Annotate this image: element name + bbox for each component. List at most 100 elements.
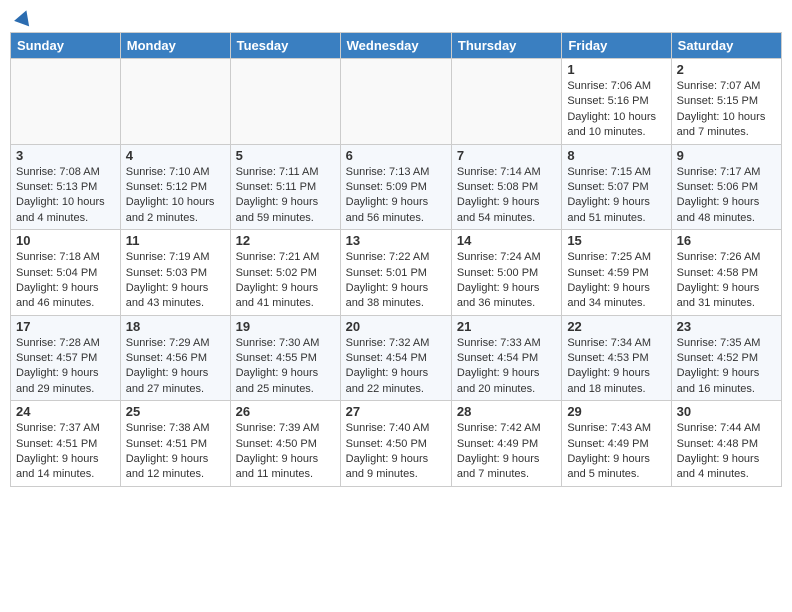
day-number: 30 [677, 404, 776, 419]
calendar-cell: 18 Sunrise: 7:29 AM Sunset: 4:56 PM Dayli… [120, 315, 230, 401]
calendar-week-5: 24 Sunrise: 7:37 AM Sunset: 4:51 PM Dayli… [11, 401, 782, 487]
calendar-week-2: 3 Sunrise: 7:08 AM Sunset: 5:13 PM Daylig… [11, 144, 782, 230]
calendar-cell: 16 Sunrise: 7:26 AM Sunset: 4:58 PM Dayli… [671, 230, 781, 316]
day-number: 5 [236, 148, 335, 163]
day-info: Sunrise: 7:13 AM Sunset: 5:09 PM Dayligh… [346, 165, 446, 227]
weekday-header-saturday: Saturday [671, 33, 781, 59]
weekday-header-thursday: Thursday [451, 33, 561, 59]
day-number: 9 [677, 148, 776, 163]
day-number: 12 [236, 233, 335, 248]
day-info: Sunrise: 7:42 AM Sunset: 4:49 PM Dayligh… [457, 421, 556, 483]
day-number: 18 [126, 319, 225, 334]
day-number: 16 [677, 233, 776, 248]
calendar-cell: 3 Sunrise: 7:08 AM Sunset: 5:13 PM Daylig… [11, 144, 121, 230]
day-number: 29 [567, 404, 665, 419]
calendar-cell: 2Sunrise: 7:07 AM Sunset: 5:15 PM Daylig… [671, 59, 781, 145]
calendar-cell: 7 Sunrise: 7:14 AM Sunset: 5:08 PM Daylig… [451, 144, 561, 230]
day-number: 19 [236, 319, 335, 334]
day-number: 23 [677, 319, 776, 334]
day-number: 21 [457, 319, 556, 334]
day-number: 11 [126, 233, 225, 248]
day-info: Sunrise: 7:38 AM Sunset: 4:51 PM Dayligh… [126, 421, 225, 483]
day-info: Sunrise: 7:14 AM Sunset: 5:08 PM Dayligh… [457, 165, 556, 227]
calendar-cell: 14 Sunrise: 7:24 AM Sunset: 5:00 PM Dayli… [451, 230, 561, 316]
day-info: Sunrise: 7:39 AM Sunset: 4:50 PM Dayligh… [236, 421, 335, 483]
calendar-cell: 11 Sunrise: 7:19 AM Sunset: 5:03 PM Dayli… [120, 230, 230, 316]
day-number: 3 [16, 148, 115, 163]
day-info: Sunrise: 7:32 AM Sunset: 4:54 PM Dayligh… [346, 336, 446, 398]
day-info: Sunrise: 7:08 AM Sunset: 5:13 PM Dayligh… [16, 165, 115, 227]
day-number: 26 [236, 404, 335, 419]
day-info: Sunrise: 7:25 AM Sunset: 4:59 PM Dayligh… [567, 250, 665, 312]
weekday-header-row: SundayMondayTuesdayWednesdayThursdayFrid… [11, 33, 782, 59]
day-number: 17 [16, 319, 115, 334]
page-header [10, 10, 782, 24]
day-info: Sunrise: 7:40 AM Sunset: 4:50 PM Dayligh… [346, 421, 446, 483]
calendar-cell: 1Sunrise: 7:06 AM Sunset: 5:16 PM Daylig… [562, 59, 671, 145]
day-number: 27 [346, 404, 446, 419]
weekday-header-wednesday: Wednesday [340, 33, 451, 59]
calendar-cell: 25 Sunrise: 7:38 AM Sunset: 4:51 PM Dayli… [120, 401, 230, 487]
day-info: Sunrise: 7:21 AM Sunset: 5:02 PM Dayligh… [236, 250, 335, 312]
day-number: 10 [16, 233, 115, 248]
day-number: 20 [346, 319, 446, 334]
calendar-cell: 24 Sunrise: 7:37 AM Sunset: 4:51 PM Dayli… [11, 401, 121, 487]
weekday-header-monday: Monday [120, 33, 230, 59]
calendar-cell: 9Sunrise: 7:17 AM Sunset: 5:06 PM Daylig… [671, 144, 781, 230]
calendar-cell [120, 59, 230, 145]
day-info: Sunrise: 7:28 AM Sunset: 4:57 PM Dayligh… [16, 336, 115, 398]
calendar-cell [230, 59, 340, 145]
calendar-cell: 6Sunrise: 7:13 AM Sunset: 5:09 PM Daylig… [340, 144, 451, 230]
day-info: Sunrise: 7:34 AM Sunset: 4:53 PM Dayligh… [567, 336, 665, 398]
day-info: Sunrise: 7:35 AM Sunset: 4:52 PM Dayligh… [677, 336, 776, 398]
calendar-week-1: 1Sunrise: 7:06 AM Sunset: 5:16 PM Daylig… [11, 59, 782, 145]
day-info: Sunrise: 7:37 AM Sunset: 4:51 PM Dayligh… [16, 421, 115, 483]
day-info: Sunrise: 7:29 AM Sunset: 4:56 PM Dayligh… [126, 336, 225, 398]
day-number: 7 [457, 148, 556, 163]
weekday-header-friday: Friday [562, 33, 671, 59]
calendar-cell [451, 59, 561, 145]
calendar-cell: 22 Sunrise: 7:34 AM Sunset: 4:53 PM Dayli… [562, 315, 671, 401]
calendar-cell: 28 Sunrise: 7:42 AM Sunset: 4:49 PM Dayli… [451, 401, 561, 487]
day-info: Sunrise: 7:26 AM Sunset: 4:58 PM Dayligh… [677, 250, 776, 312]
calendar-cell: 10 Sunrise: 7:18 AM Sunset: 5:04 PM Dayli… [11, 230, 121, 316]
day-number: 14 [457, 233, 556, 248]
calendar-cell: 5 Sunrise: 7:11 AM Sunset: 5:11 PM Daylig… [230, 144, 340, 230]
calendar-cell: 20 Sunrise: 7:32 AM Sunset: 4:54 PM Dayli… [340, 315, 451, 401]
calendar-cell: 15Sunrise: 7:25 AM Sunset: 4:59 PM Dayli… [562, 230, 671, 316]
calendar-cell: 17 Sunrise: 7:28 AM Sunset: 4:57 PM Dayli… [11, 315, 121, 401]
day-info: Sunrise: 7:10 AM Sunset: 5:12 PM Dayligh… [126, 165, 225, 227]
day-info: Sunrise: 7:22 AM Sunset: 5:01 PM Dayligh… [346, 250, 446, 312]
day-number: 22 [567, 319, 665, 334]
calendar-cell [11, 59, 121, 145]
calendar-cell [340, 59, 451, 145]
day-number: 24 [16, 404, 115, 419]
day-info: Sunrise: 7:19 AM Sunset: 5:03 PM Dayligh… [126, 250, 225, 312]
calendar-cell: 8Sunrise: 7:15 AM Sunset: 5:07 PM Daylig… [562, 144, 671, 230]
day-info: Sunrise: 7:33 AM Sunset: 4:54 PM Dayligh… [457, 336, 556, 398]
day-info: Sunrise: 7:06 AM Sunset: 5:16 PM Dayligh… [567, 79, 665, 141]
calendar-cell: 30 Sunrise: 7:44 AM Sunset: 4:48 PM Dayli… [671, 401, 781, 487]
calendar-cell: 29 Sunrise: 7:43 AM Sunset: 4:49 PM Dayli… [562, 401, 671, 487]
day-info: Sunrise: 7:07 AM Sunset: 5:15 PM Dayligh… [677, 79, 776, 141]
weekday-header-tuesday: Tuesday [230, 33, 340, 59]
day-info: Sunrise: 7:43 AM Sunset: 4:49 PM Dayligh… [567, 421, 665, 483]
day-number: 28 [457, 404, 556, 419]
logo-triangle-icon [14, 8, 34, 27]
day-number: 25 [126, 404, 225, 419]
day-info: Sunrise: 7:44 AM Sunset: 4:48 PM Dayligh… [677, 421, 776, 483]
calendar-cell: 19Sunrise: 7:30 AM Sunset: 4:55 PM Dayli… [230, 315, 340, 401]
weekday-header-sunday: Sunday [11, 33, 121, 59]
calendar-cell: 27 Sunrise: 7:40 AM Sunset: 4:50 PM Dayli… [340, 401, 451, 487]
calendar-cell: 13 Sunrise: 7:22 AM Sunset: 5:01 PM Dayli… [340, 230, 451, 316]
calendar-week-4: 17 Sunrise: 7:28 AM Sunset: 4:57 PM Dayli… [11, 315, 782, 401]
calendar-cell: 4Sunrise: 7:10 AM Sunset: 5:12 PM Daylig… [120, 144, 230, 230]
calendar-cell: 26 Sunrise: 7:39 AM Sunset: 4:50 PM Dayli… [230, 401, 340, 487]
day-number: 13 [346, 233, 446, 248]
calendar-cell: 12 Sunrise: 7:21 AM Sunset: 5:02 PM Dayli… [230, 230, 340, 316]
day-info: Sunrise: 7:18 AM Sunset: 5:04 PM Dayligh… [16, 250, 115, 312]
day-number: 8 [567, 148, 665, 163]
calendar-cell: 23 Sunrise: 7:35 AM Sunset: 4:52 PM Dayli… [671, 315, 781, 401]
day-info: Sunrise: 7:24 AM Sunset: 5:00 PM Dayligh… [457, 250, 556, 312]
day-info: Sunrise: 7:11 AM Sunset: 5:11 PM Dayligh… [236, 165, 335, 227]
